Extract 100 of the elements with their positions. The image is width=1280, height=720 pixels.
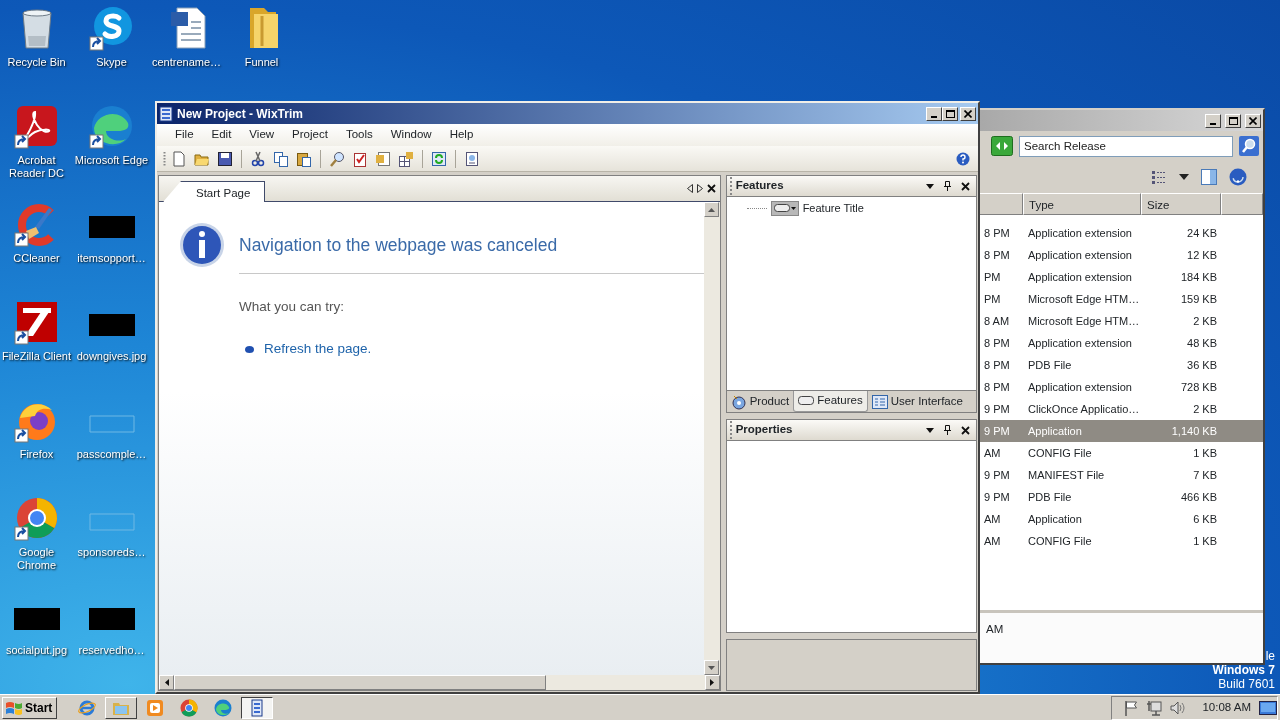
icon-label[interactable]: FileZilla Client <box>0 350 74 363</box>
column-header[interactable]: Size <box>1141 193 1221 215</box>
show-desktop-icon[interactable] <box>1259 698 1277 717</box>
search-icon[interactable] <box>329 150 345 167</box>
menu-item[interactable]: Window <box>382 124 440 146</box>
scroll-left-icon[interactable] <box>686 184 693 193</box>
modified-cell-text: 9 PM <box>983 423 1011 439</box>
menu-item[interactable]: Edit <box>203 124 240 146</box>
search-field[interactable]: Search Release <box>1019 135 1233 157</box>
icon-label[interactable]: itemsopport… <box>74 252 149 265</box>
scroll-left-icon <box>164 679 169 686</box>
menu-item[interactable]: File <box>167 124 202 146</box>
file-row[interactable]: PM Microsoft Edge HTM… 159 KB <box>977 288 1263 310</box>
icon-label[interactable]: Acrobat Reader DC <box>0 154 74 180</box>
size-cell-text: 36 KB <box>1186 357 1217 373</box>
paste-icon[interactable] <box>296 150 312 167</box>
dropdown-icon[interactable] <box>926 427 934 433</box>
type-cell-text: PDB File <box>1027 489 1073 505</box>
menu-item[interactable]: Tools <box>337 124 381 146</box>
type-cell-text: Application extension <box>1027 379 1133 395</box>
icon-label[interactable]: centrename… <box>149 56 224 69</box>
column-header[interactable]: Type <box>1023 193 1141 215</box>
scrollbar-thumb[interactable] <box>174 675 546 690</box>
browser-icon <box>180 698 199 717</box>
document-tab[interactable]: Start Page <box>163 181 266 202</box>
tree-item[interactable]: Feature Title <box>802 200 864 217</box>
close-button[interactable] <box>1245 113 1261 128</box>
refresh-icon[interactable] <box>991 136 1013 156</box>
icon-label[interactable]: downgives.jpg <box>74 350 149 363</box>
file-row[interactable]: 9 PM MANIFEST File 7 KB <box>977 464 1263 486</box>
caret-icon[interactable] <box>1179 174 1189 180</box>
os-edition: Windows 7 <box>1212 663 1275 677</box>
file-row[interactable]: 8 PM PDB File 36 KB <box>977 354 1263 376</box>
network-icon[interactable] <box>1146 699 1163 716</box>
size-cell-text: 6 KB <box>1192 511 1217 527</box>
icon-label[interactable]: Microsoft Edge <box>74 154 149 167</box>
file-row[interactable]: PM Application extension 184 KB <box>977 266 1263 288</box>
copy-icon[interactable] <box>273 150 289 167</box>
size-cell-text: 48 KB <box>1186 335 1217 351</box>
refresh-link[interactable]: Refresh the page. <box>264 339 372 360</box>
search-icon[interactable] <box>1239 136 1259 156</box>
start-button[interactable]: Start <box>2 696 58 719</box>
view-options-icon[interactable] <box>1151 170 1167 184</box>
checklist-icon[interactable] <box>352 150 368 167</box>
scroll-right-icon[interactable] <box>696 184 703 193</box>
new-file-icon[interactable] <box>171 150 187 167</box>
menu-item[interactable]: Help <box>441 124 482 146</box>
web-page-icon[interactable] <box>464 150 480 167</box>
file-row[interactable]: 8 AM Microsoft Edge HTM… 2 KB <box>977 310 1263 332</box>
taskbar-button[interactable] <box>241 696 274 719</box>
close-icon[interactable] <box>961 425 970 435</box>
feature-type-dropdown[interactable] <box>770 200 799 216</box>
close-icon[interactable] <box>961 181 970 191</box>
size-cell-text: 159 KB <box>1179 291 1217 307</box>
save-icon[interactable] <box>217 150 233 167</box>
grid-import-icon[interactable] <box>398 150 414 167</box>
preview-pane-icon[interactable] <box>1201 169 1217 185</box>
dropdown-icon[interactable] <box>926 183 934 189</box>
maximize-icon <box>1228 116 1238 125</box>
pin-icon[interactable] <box>944 425 951 435</box>
panel-tab[interactable]: Product <box>726 391 794 412</box>
file-row[interactable]: AM CONFIG File 1 KB <box>977 442 1263 464</box>
file-row[interactable]: AM CONFIG File 1 KB <box>977 530 1263 552</box>
close-button[interactable] <box>960 106 976 121</box>
minimize-icon <box>1210 123 1216 125</box>
close-icon[interactable] <box>706 184 716 193</box>
flag-icon[interactable] <box>1124 699 1139 716</box>
volume-icon[interactable] <box>1170 699 1187 716</box>
media-player-icon <box>146 698 165 717</box>
icon-label[interactable]: Funnel <box>224 56 299 69</box>
file-row[interactable]: 8 PM Application extension 728 KB <box>977 376 1263 398</box>
menu-item[interactable]: View <box>241 124 283 146</box>
file-row[interactable]: 8 PM Application extension 48 KB <box>977 332 1263 354</box>
maximize-icon <box>945 109 955 118</box>
cut-icon[interactable] <box>250 150 266 167</box>
maximize-button[interactable] <box>1225 113 1241 128</box>
icon-label[interactable]: Skype <box>74 56 149 69</box>
menu-item[interactable]: Project <box>284 124 336 146</box>
type-cell-text: Application extension <box>1027 269 1133 285</box>
pin-icon[interactable] <box>944 181 951 191</box>
file-row[interactable]: AM Application 6 KB <box>977 508 1263 530</box>
file-row[interactable]: 9 PM ClickOnce Applicatio… 2 KB <box>977 398 1263 420</box>
notes-icon[interactable] <box>375 150 391 167</box>
modified-cell-text: 8 PM <box>983 247 1011 263</box>
horizontal-scrollbar[interactable] <box>159 675 720 690</box>
product-icon <box>730 393 747 410</box>
icon-label[interactable]: CCleaner <box>0 252 74 265</box>
panel-tab[interactable]: Features <box>793 391 868 412</box>
size-cell-text: 728 KB <box>1179 379 1217 395</box>
panel-tab[interactable]: User Interface <box>867 391 967 412</box>
minimize-button[interactable] <box>926 106 942 121</box>
icon-label[interactable]: Recycle Bin <box>0 56 74 69</box>
file-row[interactable]: 8 PM Application extension 12 KB <box>977 244 1263 266</box>
maximize-button[interactable] <box>942 106 958 121</box>
minimize-button[interactable] <box>1205 113 1221 128</box>
file-row[interactable]: 9 PM PDB File 466 KB <box>977 486 1263 508</box>
refresh-icon[interactable] <box>431 150 447 167</box>
file-row[interactable]: 8 PM Application extension 24 KB <box>977 222 1263 244</box>
close-icon <box>964 109 972 118</box>
modified-cell-text: 9 PM <box>983 467 1011 483</box>
